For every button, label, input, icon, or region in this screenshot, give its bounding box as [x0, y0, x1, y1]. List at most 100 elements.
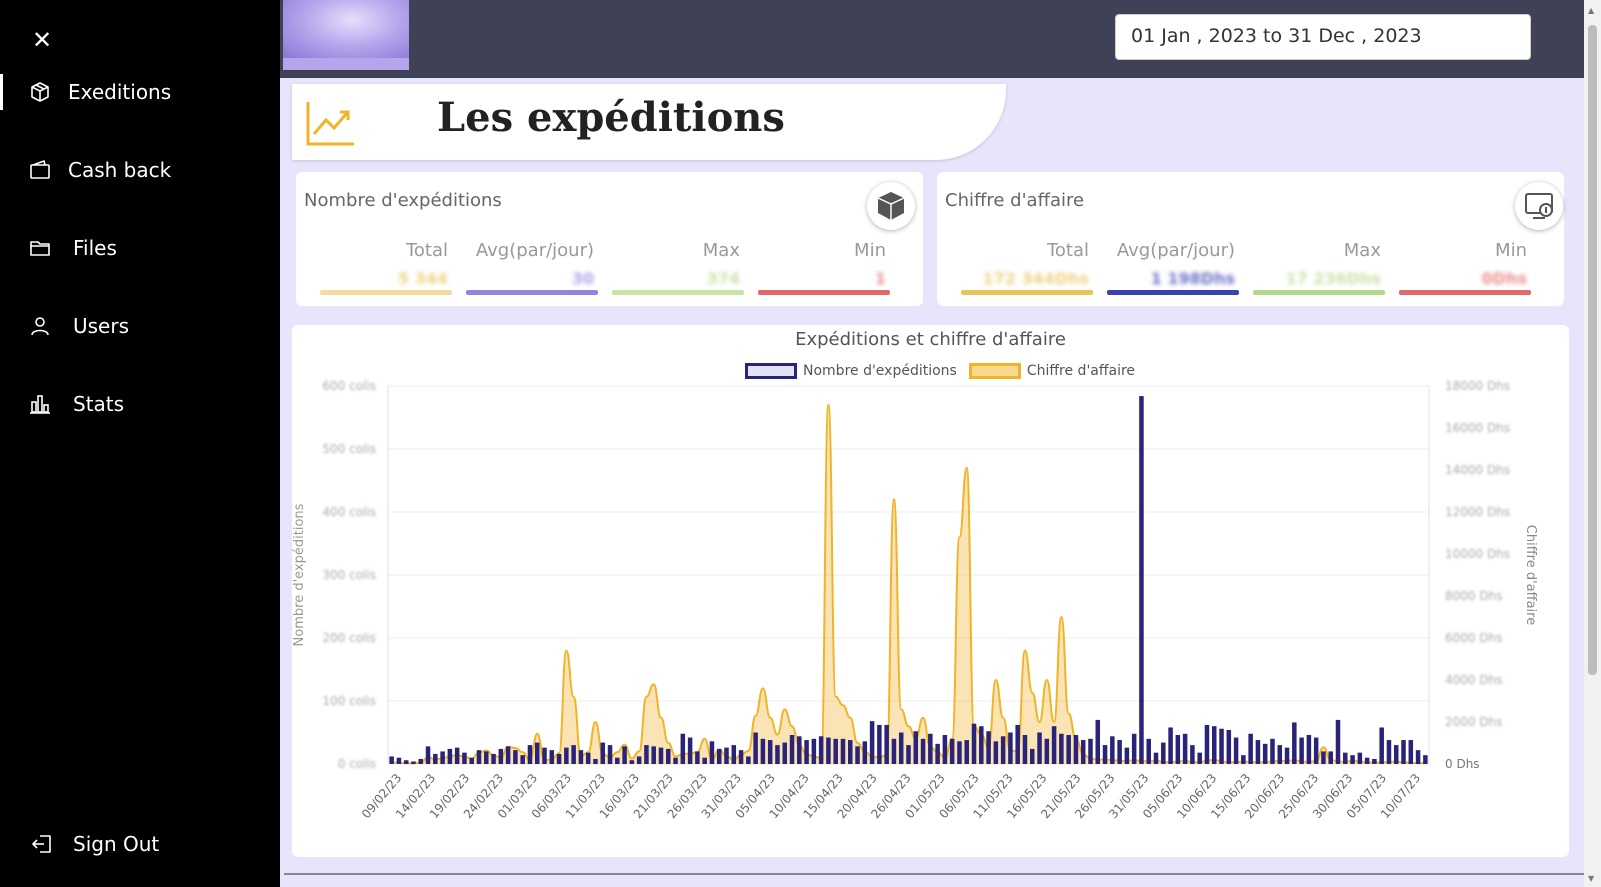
expedition-bar: [716, 748, 722, 764]
sidebar-item-exeditions[interactable]: Exeditions: [0, 70, 280, 114]
expedition-bar: [833, 738, 838, 764]
sign-out-button[interactable]: Sign Out: [0, 822, 280, 866]
expedition-bar: [1328, 751, 1333, 764]
sidebar-item-stats[interactable]: Stats: [0, 382, 280, 426]
expedition-bar: [1226, 729, 1232, 764]
stat-label: Min: [1495, 240, 1527, 261]
expedition-bar: [564, 747, 569, 764]
expedition-bar: [797, 736, 802, 764]
scrollbar-thumb[interactable]: [1588, 25, 1597, 675]
stat-value: 5 344: [397, 269, 448, 288]
stat-total: Total 5 344: [320, 240, 452, 295]
stat-label: Max: [1343, 240, 1381, 261]
expedition-bar: [993, 741, 999, 764]
stat-value: 17 236Dhs: [1285, 269, 1381, 288]
stat-avg: Avg(par/jour) 30: [466, 240, 598, 295]
y2-tick-label: 16000 Dhs: [1445, 421, 1510, 435]
expedition-bar: [746, 756, 751, 764]
page-header-card: Les expéditions: [292, 84, 1006, 160]
expedition-bar: [629, 760, 635, 764]
y2-tick-label: 10000 Dhs: [1445, 547, 1510, 561]
expedition-bar: [898, 732, 904, 764]
expedition-bar: [1110, 736, 1115, 764]
expedition-bar: [1415, 750, 1421, 764]
scroll-up-icon[interactable]: ▲: [1588, 6, 1594, 15]
divider: [284, 873, 1584, 875]
expedition-bar: [1182, 733, 1188, 764]
sidebar-item-label: Users: [73, 314, 130, 338]
expedition-bar: [935, 743, 940, 764]
revenue-stats-card: Chiffre d'affaire Total 172 344Dhs Avg(p…: [937, 172, 1564, 306]
y2-tick-label: 4000 Dhs: [1445, 673, 1502, 687]
expedition-bar: [709, 741, 715, 764]
expedition-bar: [1124, 747, 1130, 764]
scroll-down-icon[interactable]: ▼: [1588, 874, 1594, 883]
expedition-bar: [840, 738, 846, 764]
card-title: Chiffre d'affaire: [945, 190, 1085, 211]
expedition-bar: [651, 746, 656, 764]
bar-chart-icon: [30, 395, 50, 414]
expedition-bar: [505, 746, 511, 764]
stat-min: Min 1: [758, 240, 890, 295]
expedition-bar: [1022, 735, 1028, 764]
expedition-bar: [1401, 740, 1406, 764]
expedition-bar: [1343, 752, 1348, 764]
expedition-bar: [702, 757, 707, 764]
expedition-bar: [738, 750, 744, 764]
expedition-bar: [1255, 740, 1261, 764]
sidebar-item-cash-back[interactable]: Cash back: [0, 148, 280, 192]
close-icon[interactable]: ✕: [32, 28, 52, 52]
sign-out-label: Sign Out: [73, 832, 160, 856]
expedition-bar: [476, 750, 482, 764]
y-tick-label: 600 colis: [322, 379, 376, 393]
date-range-picker[interactable]: 01 Jan , 2023 to 31 Dec , 2023: [1115, 14, 1531, 60]
expedition-bar: [389, 756, 394, 764]
expedition-bar: [607, 745, 613, 764]
expedition-bar: [986, 731, 991, 764]
scrollbar[interactable]: ▲ ▼: [1584, 0, 1601, 887]
expedition-bar: [1059, 733, 1064, 764]
y-tick-label: 100 colis: [322, 694, 376, 708]
expedition-bar: [1306, 735, 1312, 764]
expedition-bar: [753, 732, 758, 764]
sidebar: ✕ Exeditions Cash back Files Users Stats: [0, 0, 280, 887]
expeditions-stats-card: Nombre d'expéditions Total 5 344 Avg(par…: [296, 172, 923, 306]
stat-bar: [466, 290, 598, 295]
expedition-bar: [724, 747, 729, 764]
expedition-bar: [1117, 740, 1122, 764]
expedition-bar: [484, 751, 489, 764]
stat-max: Max 374: [612, 240, 744, 295]
stat-bar: [1253, 290, 1385, 295]
expedition-bar: [622, 746, 627, 764]
y2-tick-label: 2000 Dhs: [1445, 715, 1502, 729]
expedition-bar: [1161, 742, 1166, 764]
expedition-bar: [447, 748, 453, 764]
stat-value: 1: [874, 269, 886, 288]
expedition-bar: [1219, 728, 1224, 764]
y2-tick-label: 12000 Dhs: [1445, 505, 1510, 519]
sidebar-item-files[interactable]: Files: [0, 226, 280, 270]
expedition-bar: [396, 757, 402, 764]
expedition-bar: [1393, 745, 1399, 764]
expedition-bar: [513, 750, 518, 764]
expedition-bar: [600, 742, 606, 764]
expedition-bar: [1102, 745, 1108, 764]
expedition-bar: [1270, 738, 1275, 764]
revenue-area: [391, 404, 1426, 764]
package-icon: [867, 182, 915, 230]
sidebar-item-users[interactable]: Users: [0, 304, 280, 348]
expedition-bar: [1139, 396, 1144, 764]
expedition-bar: [658, 747, 664, 764]
stat-max: Max 17 236Dhs: [1253, 240, 1385, 295]
expedition-bar: [454, 747, 460, 764]
expedition-bar: [1313, 737, 1319, 764]
avatar[interactable]: [283, 0, 409, 70]
expedition-bar: [884, 724, 889, 764]
stat-label: Avg(par/jour): [1116, 240, 1235, 261]
combo-chart: 0 colis 100 colis 200 colis 300 colis 400 co…: [292, 379, 1538, 821]
expedition-bar: [585, 752, 591, 764]
y-tick-label: 400 colis: [322, 505, 376, 519]
expedition-bar: [767, 740, 773, 764]
expedition-bar: [491, 753, 496, 764]
expedition-bar: [520, 755, 525, 764]
